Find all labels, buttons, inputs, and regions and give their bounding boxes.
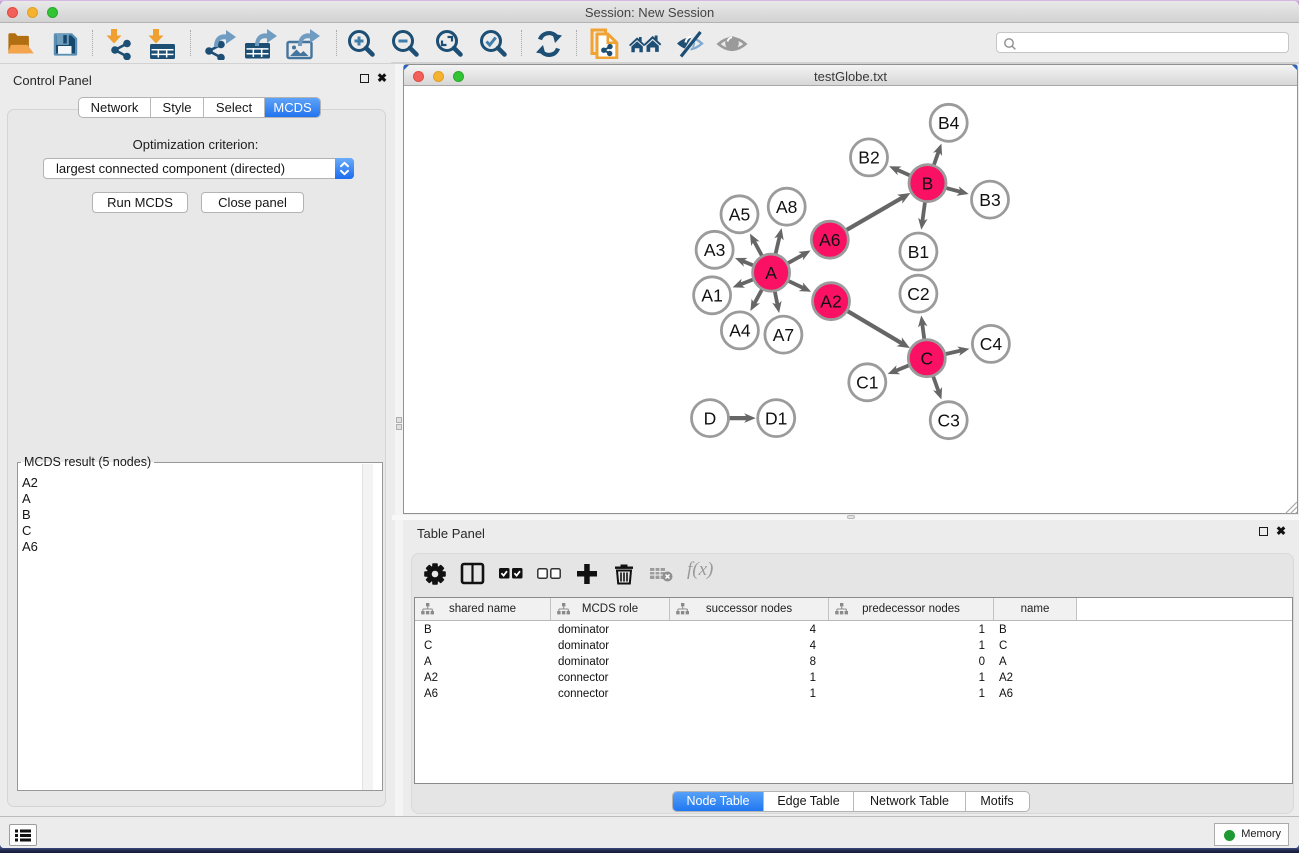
svg-text:A: A (765, 263, 777, 283)
svg-text:D: D (704, 408, 717, 428)
svg-text:B4: B4 (938, 113, 960, 133)
svg-text:B1: B1 (908, 242, 929, 262)
svg-text:A5: A5 (729, 205, 750, 225)
svg-text:A1: A1 (701, 286, 722, 306)
svg-text:B2: B2 (858, 148, 879, 168)
svg-text:D1: D1 (765, 408, 787, 428)
svg-text:A3: A3 (704, 240, 725, 260)
svg-text:C2: C2 (907, 284, 929, 304)
svg-text:C3: C3 (938, 411, 960, 431)
svg-text:A6: A6 (819, 230, 840, 250)
svg-text:B3: B3 (979, 190, 1000, 210)
svg-text:A2: A2 (820, 292, 841, 312)
svg-text:A7: A7 (773, 325, 794, 345)
svg-text:C1: C1 (856, 373, 878, 393)
svg-text:C: C (920, 349, 933, 369)
svg-text:A4: A4 (729, 321, 751, 341)
svg-text:A8: A8 (776, 197, 797, 217)
svg-text:B: B (922, 173, 934, 193)
svg-text:C4: C4 (980, 334, 1003, 354)
